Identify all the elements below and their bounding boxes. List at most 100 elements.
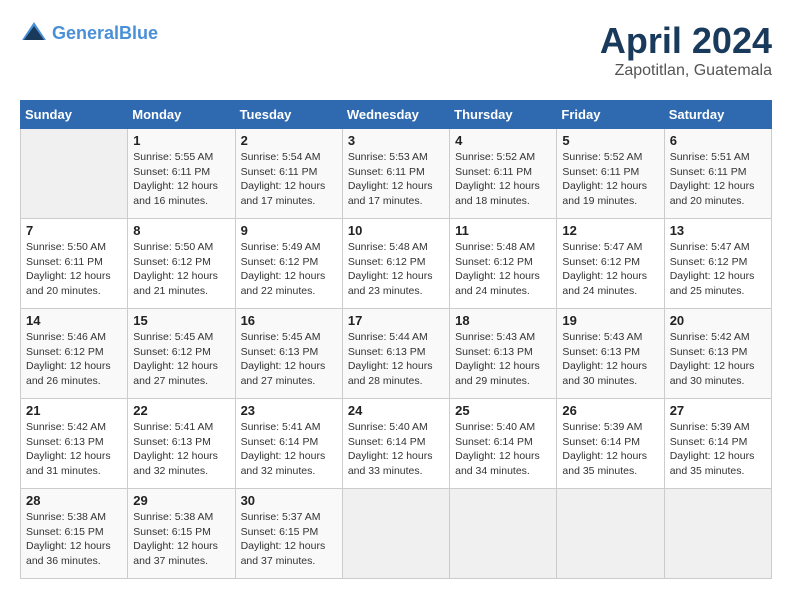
day-of-week-header: Monday (128, 101, 235, 129)
day-number: 13 (670, 223, 766, 238)
calendar-day-cell: 20 Sunrise: 5:42 AM Sunset: 6:13 PM Dayli… (664, 309, 771, 399)
calendar-table: SundayMondayTuesdayWednesdayThursdayFrid… (20, 100, 772, 579)
day-info: Sunrise: 5:49 AM Sunset: 6:12 PM Dayligh… (241, 240, 337, 299)
calendar-week-row: 28 Sunrise: 5:38 AM Sunset: 6:15 PM Dayli… (21, 489, 772, 579)
calendar-day-cell (21, 129, 128, 219)
day-of-week-header: Sunday (21, 101, 128, 129)
day-info: Sunrise: 5:44 AM Sunset: 6:13 PM Dayligh… (348, 330, 444, 389)
calendar-week-row: 14 Sunrise: 5:46 AM Sunset: 6:12 PM Dayli… (21, 309, 772, 399)
calendar-day-cell: 19 Sunrise: 5:43 AM Sunset: 6:13 PM Dayli… (557, 309, 664, 399)
day-number: 15 (133, 313, 229, 328)
day-info: Sunrise: 5:41 AM Sunset: 6:13 PM Dayligh… (133, 420, 229, 479)
day-number: 7 (26, 223, 122, 238)
day-number: 9 (241, 223, 337, 238)
day-info: Sunrise: 5:38 AM Sunset: 6:15 PM Dayligh… (133, 510, 229, 569)
calendar-day-cell: 14 Sunrise: 5:46 AM Sunset: 6:12 PM Dayli… (21, 309, 128, 399)
page-header: GeneralBlue April 2024 Zapotitlan, Guate… (20, 20, 772, 90)
day-info: Sunrise: 5:46 AM Sunset: 6:12 PM Dayligh… (26, 330, 122, 389)
calendar-day-cell: 27Sunrise: 5:39 AM Sunset: 6:14 PM Dayli… (664, 399, 771, 489)
logo: GeneralBlue (20, 20, 158, 48)
day-info: Sunrise: 5:38 AM Sunset: 6:15 PM Dayligh… (26, 510, 122, 569)
day-number: 26 (562, 403, 658, 418)
calendar-day-cell: 23 Sunrise: 5:41 AM Sunset: 6:14 PM Dayli… (235, 399, 342, 489)
day-info: Sunrise: 5:47 AM Sunset: 6:12 PM Dayligh… (670, 240, 766, 299)
calendar-day-cell: 12 Sunrise: 5:47 AM Sunset: 6:12 PM Dayli… (557, 219, 664, 309)
day-number: 8 (133, 223, 229, 238)
day-number: 12 (562, 223, 658, 238)
day-info: Sunrise: 5:40 AM Sunset: 6:14 PM Dayligh… (348, 420, 444, 479)
day-info: Sunrise: 5:52 AM Sunset: 6:11 PM Dayligh… (455, 150, 551, 209)
calendar-day-cell: 8Sunrise: 5:50 AM Sunset: 6:12 PM Daylig… (128, 219, 235, 309)
title-area: April 2024 Zapotitlan, Guatemala (600, 20, 772, 80)
day-number: 19 (562, 313, 658, 328)
calendar-day-cell: 1 Sunrise: 5:55 AM Sunset: 6:11 PM Daylig… (128, 129, 235, 219)
day-of-week-header: Thursday (450, 101, 557, 129)
day-info: Sunrise: 5:39 AM Sunset: 6:14 PM Dayligh… (562, 420, 658, 479)
calendar-day-cell (557, 489, 664, 579)
day-info: Sunrise: 5:43 AM Sunset: 6:13 PM Dayligh… (562, 330, 658, 389)
calendar-day-cell: 30Sunrise: 5:37 AM Sunset: 6:15 PM Dayli… (235, 489, 342, 579)
day-number: 5 (562, 133, 658, 148)
calendar-week-row: 7 Sunrise: 5:50 AM Sunset: 6:11 PM Daylig… (21, 219, 772, 309)
calendar-day-cell: 26 Sunrise: 5:39 AM Sunset: 6:14 PM Dayli… (557, 399, 664, 489)
day-info: Sunrise: 5:42 AM Sunset: 6:13 PM Dayligh… (26, 420, 122, 479)
calendar-day-cell: 16 Sunrise: 5:45 AM Sunset: 6:13 PM Dayli… (235, 309, 342, 399)
day-info: Sunrise: 5:47 AM Sunset: 6:12 PM Dayligh… (562, 240, 658, 299)
day-number: 23 (241, 403, 337, 418)
calendar-day-cell: 13 Sunrise: 5:47 AM Sunset: 6:12 PM Dayli… (664, 219, 771, 309)
day-info: Sunrise: 5:52 AM Sunset: 6:11 PM Dayligh… (562, 150, 658, 209)
day-number: 1 (133, 133, 229, 148)
calendar-day-cell: 28 Sunrise: 5:38 AM Sunset: 6:15 PM Dayli… (21, 489, 128, 579)
calendar-week-row: 1 Sunrise: 5:55 AM Sunset: 6:11 PM Daylig… (21, 129, 772, 219)
day-info: Sunrise: 5:41 AM Sunset: 6:14 PM Dayligh… (241, 420, 337, 479)
day-info: Sunrise: 5:54 AM Sunset: 6:11 PM Dayligh… (241, 150, 337, 209)
day-number: 14 (26, 313, 122, 328)
calendar-day-cell: 9 Sunrise: 5:49 AM Sunset: 6:12 PM Daylig… (235, 219, 342, 309)
day-info: Sunrise: 5:39 AM Sunset: 6:14 PM Dayligh… (670, 420, 766, 479)
day-number: 20 (670, 313, 766, 328)
day-info: Sunrise: 5:53 AM Sunset: 6:11 PM Dayligh… (348, 150, 444, 209)
day-info: Sunrise: 5:51 AM Sunset: 6:11 PM Dayligh… (670, 150, 766, 209)
day-of-week-header: Saturday (664, 101, 771, 129)
day-number: 18 (455, 313, 551, 328)
day-info: Sunrise: 5:50 AM Sunset: 6:11 PM Dayligh… (26, 240, 122, 299)
day-number: 28 (26, 493, 122, 508)
day-info: Sunrise: 5:55 AM Sunset: 6:11 PM Dayligh… (133, 150, 229, 209)
calendar-body: 1 Sunrise: 5:55 AM Sunset: 6:11 PM Daylig… (21, 129, 772, 579)
calendar-day-cell: 15 Sunrise: 5:45 AM Sunset: 6:12 PM Dayli… (128, 309, 235, 399)
day-number: 16 (241, 313, 337, 328)
calendar-day-cell: 2Sunrise: 5:54 AM Sunset: 6:11 PM Daylig… (235, 129, 342, 219)
calendar-day-cell: 25Sunrise: 5:40 AM Sunset: 6:14 PM Dayli… (450, 399, 557, 489)
day-number: 11 (455, 223, 551, 238)
calendar-day-cell: 5 Sunrise: 5:52 AM Sunset: 6:11 PM Daylig… (557, 129, 664, 219)
day-info: Sunrise: 5:43 AM Sunset: 6:13 PM Dayligh… (455, 330, 551, 389)
calendar-day-cell: 3 Sunrise: 5:53 AM Sunset: 6:11 PM Daylig… (342, 129, 449, 219)
day-info: Sunrise: 5:42 AM Sunset: 6:13 PM Dayligh… (670, 330, 766, 389)
calendar-day-cell: 4Sunrise: 5:52 AM Sunset: 6:11 PM Daylig… (450, 129, 557, 219)
calendar-day-cell: 21 Sunrise: 5:42 AM Sunset: 6:13 PM Dayli… (21, 399, 128, 489)
day-info: Sunrise: 5:45 AM Sunset: 6:13 PM Dayligh… (241, 330, 337, 389)
day-of-week-header: Tuesday (235, 101, 342, 129)
days-of-week-row: SundayMondayTuesdayWednesdayThursdayFrid… (21, 101, 772, 129)
day-of-week-header: Wednesday (342, 101, 449, 129)
calendar-day-cell: 10Sunrise: 5:48 AM Sunset: 6:12 PM Dayli… (342, 219, 449, 309)
calendar-day-cell (664, 489, 771, 579)
day-info: Sunrise: 5:40 AM Sunset: 6:14 PM Dayligh… (455, 420, 551, 479)
calendar-day-cell: 6 Sunrise: 5:51 AM Sunset: 6:11 PM Daylig… (664, 129, 771, 219)
day-info: Sunrise: 5:48 AM Sunset: 6:12 PM Dayligh… (455, 240, 551, 299)
calendar-day-cell: 7 Sunrise: 5:50 AM Sunset: 6:11 PM Daylig… (21, 219, 128, 309)
day-number: 6 (670, 133, 766, 148)
day-number: 30 (241, 493, 337, 508)
calendar-day-cell: 22Sunrise: 5:41 AM Sunset: 6:13 PM Dayli… (128, 399, 235, 489)
day-of-week-header: Friday (557, 101, 664, 129)
day-info: Sunrise: 5:45 AM Sunset: 6:12 PM Dayligh… (133, 330, 229, 389)
day-number: 21 (26, 403, 122, 418)
day-info: Sunrise: 5:48 AM Sunset: 6:12 PM Dayligh… (348, 240, 444, 299)
day-number: 24 (348, 403, 444, 418)
calendar-title: April 2024 (600, 20, 772, 62)
calendar-header: SundayMondayTuesdayWednesdayThursdayFrid… (21, 101, 772, 129)
logo-icon (20, 20, 48, 48)
calendar-day-cell: 17Sunrise: 5:44 AM Sunset: 6:13 PM Dayli… (342, 309, 449, 399)
day-number: 3 (348, 133, 444, 148)
day-number: 29 (133, 493, 229, 508)
